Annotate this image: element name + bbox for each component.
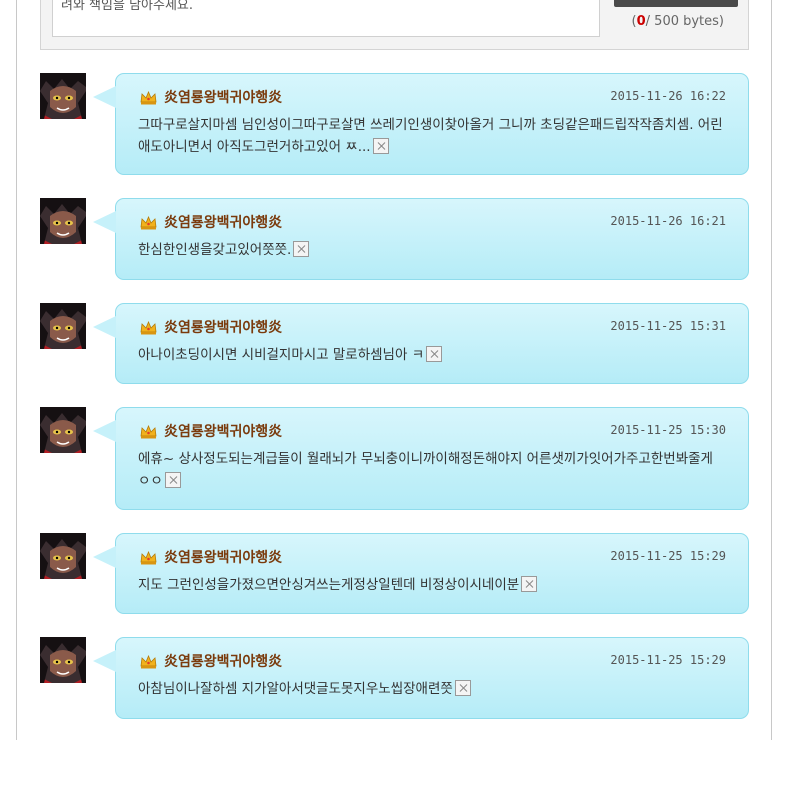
bubble-tail (93, 650, 116, 672)
comment-bubble: 炎염룡왕백귀야행炎 2015-11-25 15:29 지도 그런인성을가졌으면안… (93, 533, 749, 614)
bubble-tail (93, 211, 116, 233)
comment-nickname[interactable]: 炎염룡왕백귀야행炎 (164, 421, 282, 441)
comment-date: 2015-11-25 15:30 (610, 423, 726, 437)
delete-comment-icon[interactable] (164, 472, 181, 488)
comment-text: 한심한인생을갖고있어쯧쯧. (138, 242, 292, 258)
comment-editor: 려와 책임을 담아주세요. (0/ 500 bytes) (40, 0, 749, 50)
delete-comment-icon[interactable] (293, 241, 310, 257)
bubble-tail (93, 546, 116, 568)
crown-icon (140, 425, 157, 439)
avatar[interactable] (40, 407, 86, 453)
comment-nickname[interactable]: 炎염룡왕백귀야행炎 (164, 317, 282, 337)
avatar-portrait-icon (40, 533, 86, 579)
comment-body: 한심한인생을갖고있어쯧쯧. (138, 239, 728, 261)
crown-icon (140, 655, 157, 669)
comment-bubble: 炎염룡왕백귀야행炎 2015-11-26 16:22 그따구로살지마셈 님인성이… (93, 73, 749, 175)
crown-icon (140, 321, 157, 335)
byte-count: 0 (636, 14, 646, 29)
comment-textarea[interactable]: 려와 책임을 담아주세요. (52, 0, 600, 37)
avatar-portrait-icon (40, 303, 86, 349)
comment-bubble: 炎염룡왕백귀야행炎 2015-11-25 15:31 아나이초딩이시면 시비걸지… (93, 303, 749, 384)
submit-comment-button[interactable] (614, 0, 738, 7)
comment-date: 2015-11-25 15:29 (610, 549, 726, 563)
byte-counter: (0/ 500 bytes) (632, 14, 724, 29)
comment-text: 아나이초딩이시면 시비걸지마시고 말로하셈님아 ㅋ (138, 347, 425, 363)
avatar[interactable] (40, 637, 86, 683)
avatar[interactable] (40, 198, 86, 244)
comment-text: 그따구로살지마셈 님인성이그따구로살면 쓰레기인생이찾아올거 그니까 초딩같은패… (138, 117, 723, 155)
comment-nickname[interactable]: 炎염룡왕백귀야행炎 (164, 212, 282, 232)
comment-bubble: 炎염룡왕백귀야행炎 2015-11-25 15:29 아참님이나잘하셈 지가알아… (93, 637, 749, 719)
delete-comment-icon[interactable] (521, 576, 538, 592)
comment-body: 지도 그런인성을가졌으면안싱겨쓰는게정상일텐데 비정상이시네이분 (138, 574, 728, 596)
comment-bubble: 炎염룡왕백귀야행炎 2015-11-25 15:30 에휴~ 상사정도되는계급들… (93, 407, 749, 510)
comment-body: 아나이초딩이시면 시비걸지마시고 말로하셈님아 ㅋ (138, 344, 728, 366)
delete-comment-icon[interactable] (454, 680, 471, 696)
comment-textarea-text: 려와 책임을 담아주세요. (61, 0, 193, 13)
comment-date: 2015-11-26 16:21 (610, 214, 726, 228)
comment-body: 에휴~ 상사정도되는계급들이 월래뇌가 무뇌충이니까이해정돈해야지 어른샛끼가잇… (138, 448, 728, 492)
avatar[interactable] (40, 303, 86, 349)
bubble-tail (93, 420, 116, 442)
comment-nickname[interactable]: 炎염룡왕백귀야행炎 (164, 651, 282, 671)
crown-icon (140, 216, 157, 230)
avatar-portrait-icon (40, 407, 86, 453)
comment-text: 에휴~ 상사정도되는계급들이 월래뇌가 무뇌충이니까이해정돈해야지 어른샛끼가잇… (138, 451, 718, 489)
comment-text: 지도 그런인성을가졌으면안싱겨쓰는게정상일텐데 비정상이시네이분 (138, 577, 520, 593)
avatar[interactable] (40, 533, 86, 579)
comment-date: 2015-11-26 16:22 (610, 89, 726, 103)
crown-icon (140, 91, 157, 105)
delete-comment-icon[interactable] (372, 138, 389, 154)
comment-body: 그따구로살지마셈 님인성이그따구로살면 쓰레기인생이찾아올거 그니까 초딩같은패… (138, 114, 728, 158)
avatar-portrait-icon (40, 198, 86, 244)
comment-body: 아참님이나잘하셈 지가알아서댓글도못지우노씹장애련쯧 (138, 678, 728, 700)
byte-limit: / 500 bytes) (645, 14, 724, 29)
avatar[interactable] (40, 73, 86, 119)
bubble-tail (93, 86, 116, 108)
comment-nickname[interactable]: 炎염룡왕백귀야행炎 (164, 87, 282, 107)
avatar-portrait-icon (40, 637, 86, 683)
avatar-portrait-icon (40, 73, 86, 119)
comment-nickname[interactable]: 炎염룡왕백귀야행炎 (164, 547, 282, 567)
comment-bubble: 炎염룡왕백귀야행炎 2015-11-26 16:21 한심한인생을갖고있어쯧쯧. (93, 198, 749, 280)
comment-date: 2015-11-25 15:29 (610, 653, 726, 667)
bubble-tail (93, 316, 116, 338)
comment-text: 아참님이나잘하셈 지가알아서댓글도못지우노씹장애련쯧 (138, 681, 453, 697)
crown-icon (140, 551, 157, 565)
delete-comment-icon[interactable] (426, 346, 443, 362)
comment-date: 2015-11-25 15:31 (610, 319, 726, 333)
